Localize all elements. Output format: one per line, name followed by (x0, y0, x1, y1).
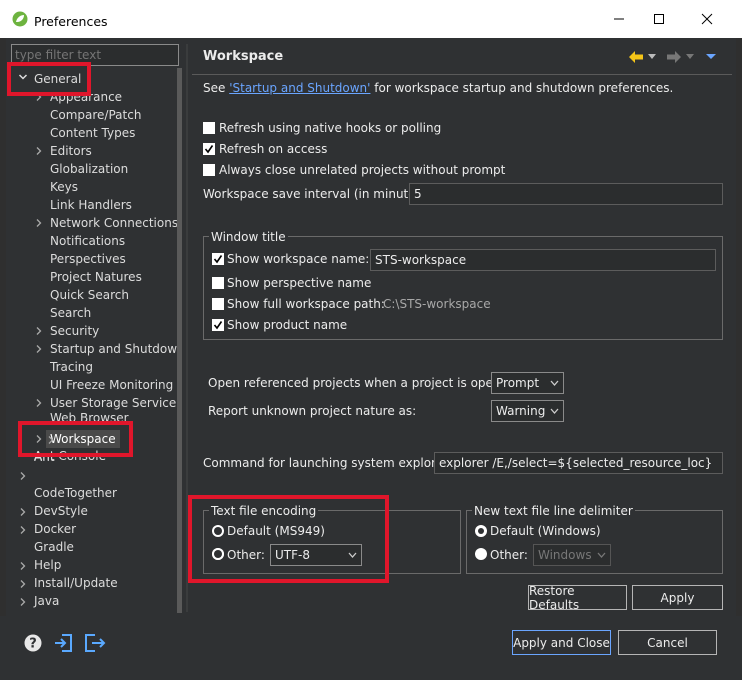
tree-item-network-connections[interactable]: Network Connections (50, 214, 178, 232)
show-persp-checkbox[interactable] (212, 277, 224, 289)
tree-item-perspectives[interactable]: Perspectives (50, 250, 126, 268)
refresh-native-label: Refresh using native hooks or polling (219, 121, 442, 135)
report-unknown-select[interactable]: Warning (491, 400, 564, 422)
tree-item-gradle[interactable]: Gradle (34, 538, 74, 556)
back-arrow-icon[interactable] (628, 50, 644, 64)
show-ws-name-label: Show workspace name: (227, 252, 370, 266)
chevron-down-icon[interactable] (648, 54, 656, 60)
open-ref-label: Open referenced projects when a project … (208, 376, 520, 390)
tree-item-content-types[interactable]: Content Types (50, 124, 135, 142)
tree-scrollbar[interactable] (177, 68, 182, 613)
always-close-label: Always close unrelated projects without … (219, 163, 506, 177)
apply-and-close-button[interactable]: Apply and Close (512, 630, 611, 655)
minimize-icon (614, 18, 624, 20)
chevron-right-icon[interactable] (18, 561, 28, 571)
show-full-path-label: Show full workspace path: (227, 297, 385, 311)
highlight-general (7, 62, 91, 96)
help-icon[interactable]: ? (24, 634, 42, 652)
page-title: Workspace (203, 49, 284, 64)
window-title: Preferences (34, 14, 108, 29)
minimize-button[interactable] (600, 0, 638, 38)
report-unknown-label: Report unknown project nature as: (208, 404, 417, 418)
tree-item-codetogether[interactable]: CodeTogether (34, 484, 117, 502)
tree-item-startup-shutdown[interactable]: Startup and Shutdown (50, 340, 180, 358)
open-ref-select[interactable]: Prompt (491, 372, 564, 394)
delim-default-radio[interactable] (475, 525, 487, 537)
show-full-path-checkbox[interactable] (212, 298, 224, 310)
svg-text:?: ? (29, 637, 37, 652)
chevron-right-icon[interactable] (18, 471, 28, 481)
show-product-checkbox[interactable] (212, 319, 224, 331)
tree-item-devstyle[interactable]: DevStyle (34, 502, 88, 520)
highlight-encoding (188, 495, 389, 583)
restore-defaults-button[interactable]: Restore Defaults (528, 584, 627, 612)
chevron-down-icon[interactable] (686, 54, 694, 60)
maximize-button[interactable] (640, 0, 678, 38)
show-product-label: Show product name (227, 318, 348, 332)
cmd-input[interactable]: explorer /E,/select=${selected_resource_… (434, 452, 723, 474)
delimiter-group-label: New text file line delimiter (472, 504, 635, 518)
tree-item-link-handlers[interactable]: Link Handlers (50, 196, 132, 214)
chevron-right-icon[interactable] (18, 507, 28, 517)
startup-shutdown-link[interactable]: 'Startup and Shutdown' (229, 81, 370, 95)
refresh-access-label: Refresh on access (219, 142, 328, 156)
leaf-icon (12, 11, 28, 27)
tree-item-keys[interactable]: Keys (50, 178, 78, 196)
delim-other-radio[interactable] (475, 548, 487, 560)
save-interval-label: Workspace save interval (in minutes): (203, 187, 431, 201)
tree-item-help[interactable]: Help (34, 556, 61, 574)
tree-item-user-storage[interactable]: User Storage Service (50, 394, 176, 412)
chevron-right-icon[interactable] (34, 218, 44, 228)
apply-button[interactable]: Apply (632, 585, 723, 610)
show-ws-name-checkbox[interactable] (212, 253, 224, 265)
title-bar: Preferences (0, 0, 742, 38)
tree-item-editors[interactable]: Editors (50, 142, 92, 160)
import-icon[interactable] (54, 633, 74, 653)
title-divider (192, 74, 732, 75)
window-title-group-label: Window title (209, 230, 288, 244)
full-path-value: C:\STS-workspace (383, 297, 491, 311)
save-interval-input[interactable]: 5 (409, 183, 723, 205)
chevron-right-icon[interactable] (34, 398, 44, 408)
ws-name-input[interactable]: STS-workspace (370, 249, 716, 271)
chevron-right-icon[interactable] (18, 579, 28, 589)
delim-other-label: Other: (490, 548, 528, 562)
export-icon[interactable] (84, 633, 106, 653)
delim-other-select[interactable]: Windows (533, 544, 611, 566)
tree-item-docker[interactable]: Docker (34, 520, 76, 538)
cmd-label: Command for launching system explorer: (203, 456, 452, 470)
tree-item-globalization[interactable]: Globalization (50, 160, 128, 178)
tree-item-notifications[interactable]: Notifications (50, 232, 125, 250)
chevron-right-icon[interactable] (18, 525, 28, 535)
tree-item-install-update[interactable]: Install/Update (34, 574, 118, 592)
tree-item-quick-search[interactable]: Quick Search (50, 286, 129, 304)
maximize-icon (654, 14, 664, 24)
close-icon (701, 13, 713, 25)
chevron-right-icon[interactable] (34, 146, 44, 156)
highlight-workspace (18, 421, 133, 457)
bottom-bar: ? Apply and Close Cancel (0, 616, 742, 680)
tree-item-java[interactable]: Java (34, 592, 59, 610)
tree-item-security[interactable]: Security (50, 322, 99, 340)
refresh-native-checkbox[interactable] (203, 122, 215, 134)
tree-item-search[interactable]: Search (50, 304, 91, 322)
chevron-right-icon[interactable] (18, 597, 28, 607)
tree-item-ui-freeze[interactable]: UI Freeze Monitoring (50, 376, 173, 394)
forward-arrow-icon[interactable] (666, 50, 682, 64)
delim-default-label: Default (Windows) (490, 524, 601, 538)
show-persp-label: Show perspective name (227, 276, 372, 290)
tree-item-project-natures[interactable]: Project Natures (50, 268, 142, 286)
tree-item-tracing[interactable]: Tracing (50, 358, 93, 376)
always-close-checkbox[interactable] (203, 164, 215, 176)
chevron-right-icon[interactable] (34, 344, 44, 354)
view-menu-icon[interactable] (706, 54, 716, 60)
tree-item-compare-patch[interactable]: Compare/Patch (50, 106, 141, 124)
chevron-right-icon[interactable] (34, 326, 44, 336)
close-button[interactable] (688, 0, 726, 38)
refresh-access-checkbox[interactable] (203, 143, 215, 155)
cancel-button[interactable]: Cancel (618, 630, 717, 655)
intro-text: See 'Startup and Shutdown' for workspace… (203, 81, 674, 95)
